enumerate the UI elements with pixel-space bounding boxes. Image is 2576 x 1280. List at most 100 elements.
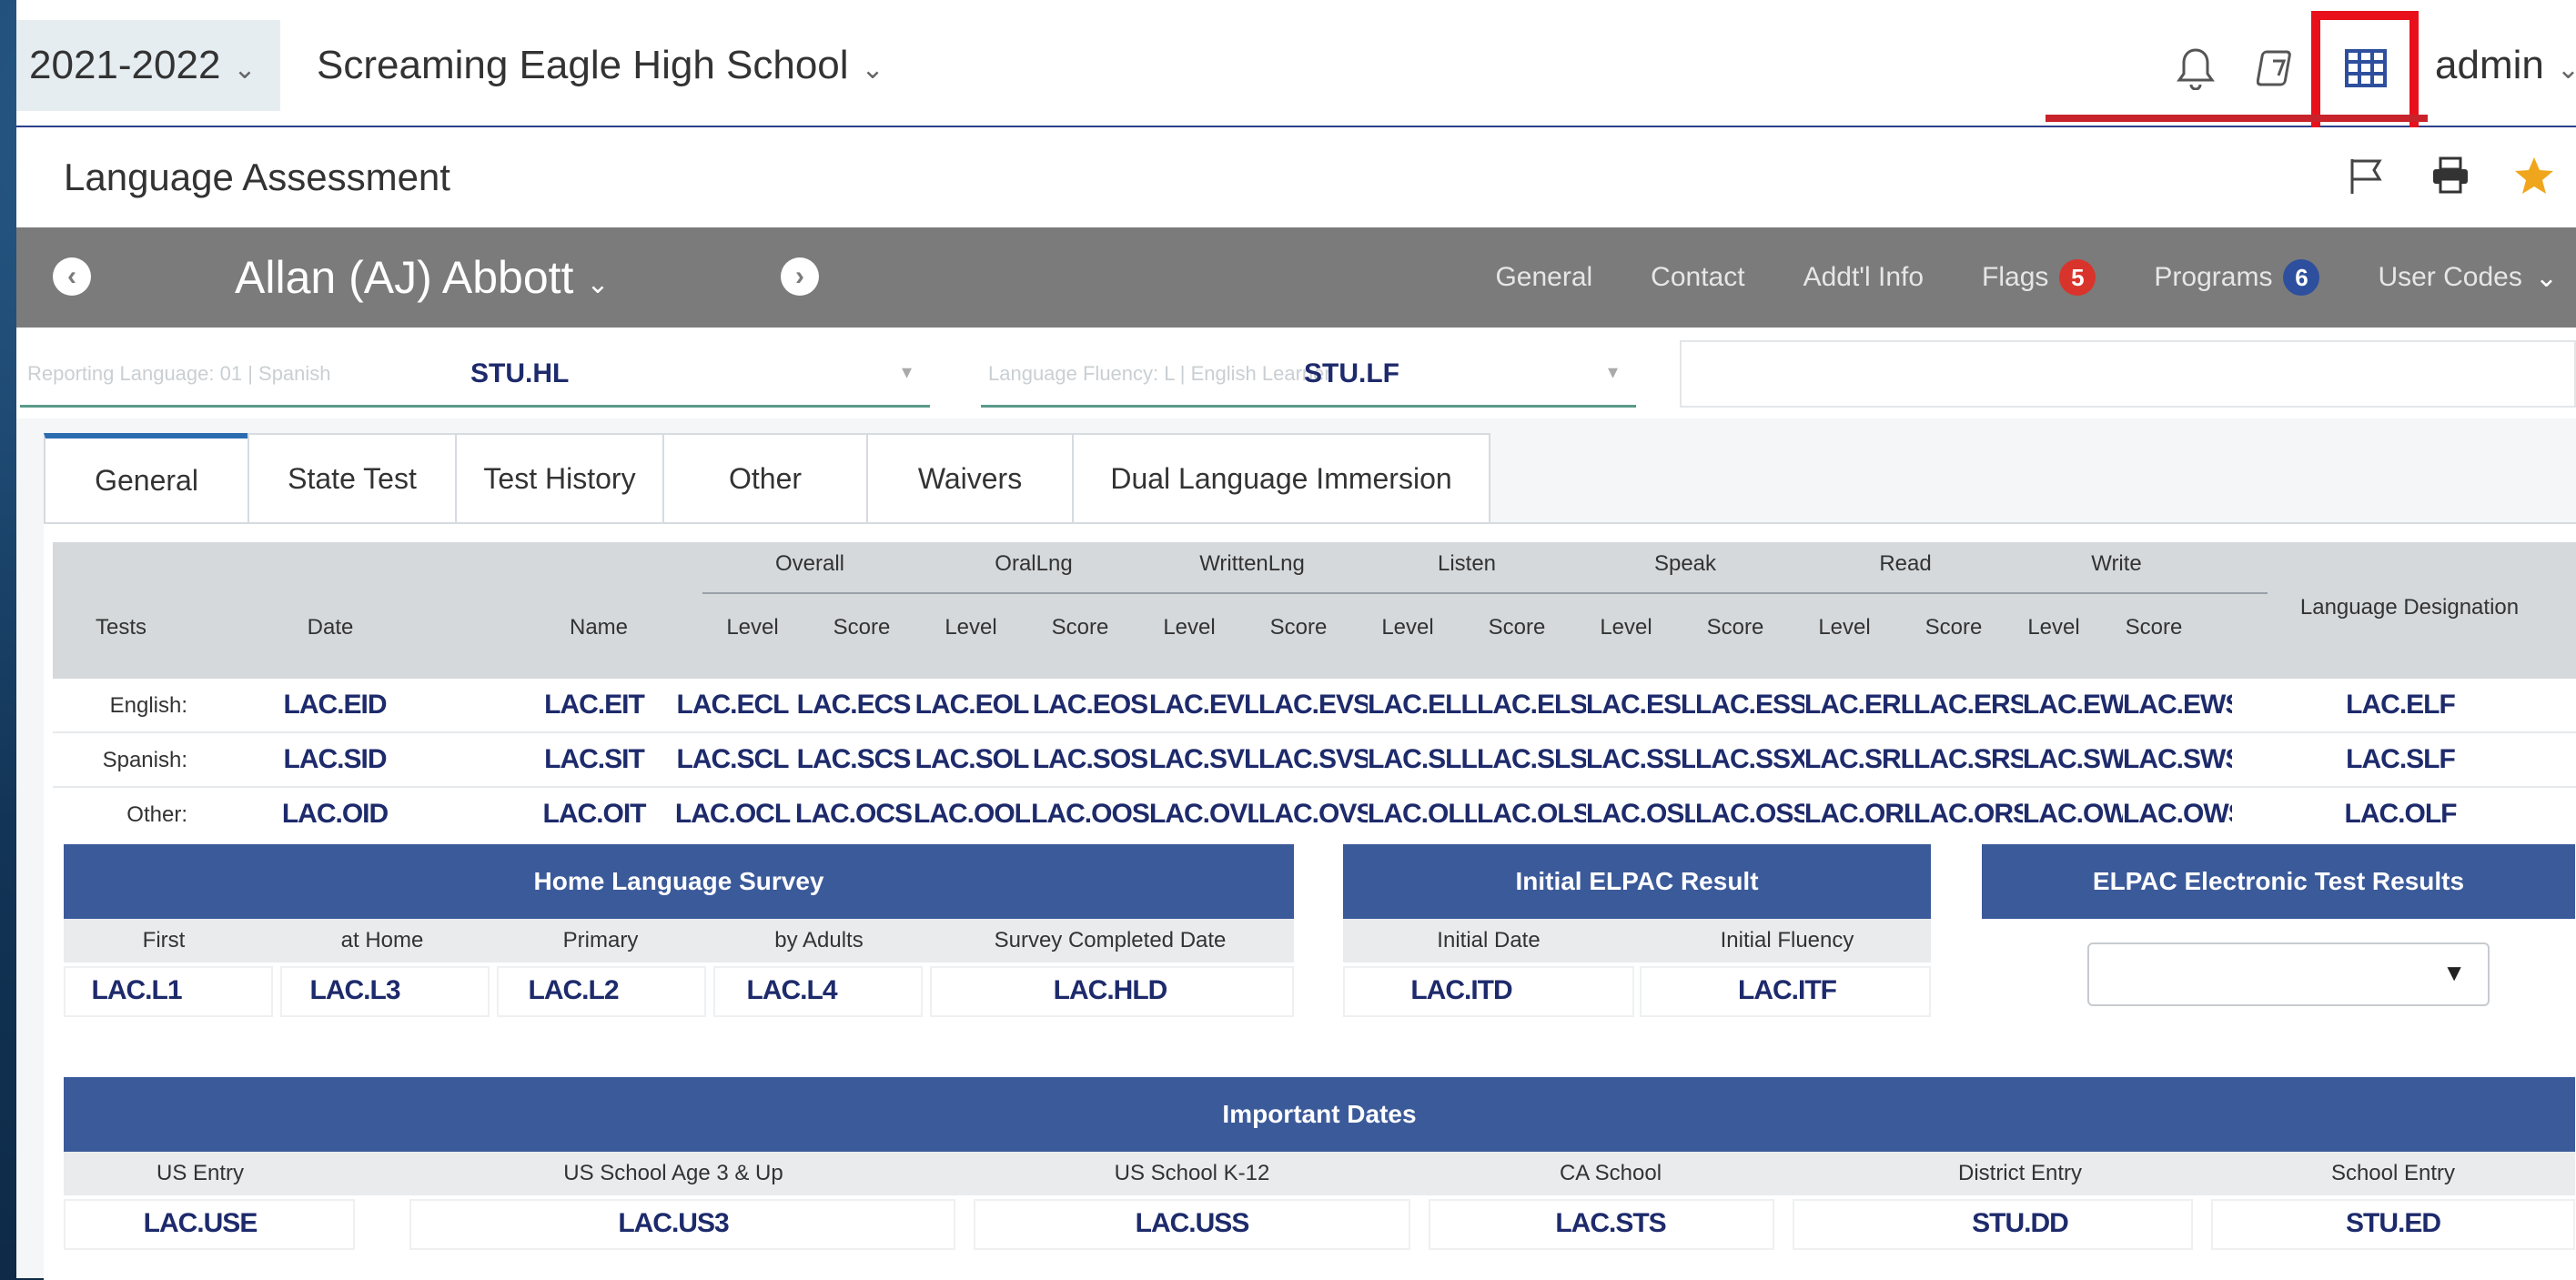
us-entry-value[interactable]: LAC.USE bbox=[64, 1208, 337, 1239]
cell-value[interactable]: LAC.ESS bbox=[1695, 690, 1804, 721]
student-tab-flags[interactable]: Flags 5 bbox=[1982, 259, 2096, 296]
initial-fluency-value[interactable]: LAC.ITF bbox=[1643, 975, 1931, 1006]
cell-value[interactable]: LAC.OSL bbox=[1586, 799, 1695, 830]
title-bar: Language Assessment bbox=[16, 127, 2576, 227]
language-fluency-select[interactable]: Language Fluency: L | English Learner ST… bbox=[981, 340, 1636, 408]
cell-value[interactable]: LAC.OLS bbox=[1477, 799, 1586, 830]
cell-value[interactable]: LAC.OWL bbox=[2023, 799, 2123, 830]
cell-value[interactable]: LAC.OCL bbox=[673, 799, 792, 830]
cell-value[interactable]: LAC.ECL bbox=[673, 690, 792, 721]
cell-value[interactable]: LAC.EOL bbox=[913, 690, 1031, 721]
tab-dual-language-immersion[interactable]: Dual Language Immersion bbox=[1072, 433, 1490, 522]
student-tab-general[interactable]: General bbox=[1495, 262, 1592, 293]
cell-value[interactable]: LAC.OVS bbox=[1258, 799, 1368, 830]
tab-other[interactable]: Other bbox=[662, 433, 868, 522]
cell-value[interactable]: LAC.ECS bbox=[794, 690, 913, 721]
cell-value[interactable]: LAC.SLS bbox=[1477, 744, 1586, 775]
cell-value[interactable]: LAC.ELS bbox=[1477, 690, 1586, 721]
cell-value[interactable]: LAC.ERL bbox=[1804, 690, 1914, 721]
next-student-icon[interactable]: › bbox=[781, 257, 819, 296]
home-lang-primary-value[interactable]: LAC.L2 bbox=[482, 975, 664, 1006]
cell-value[interactable]: LAC.EIT bbox=[517, 690, 672, 721]
home-lang-first-value[interactable]: LAC.L1 bbox=[64, 975, 209, 1006]
cell-value[interactable]: LAC.ORL bbox=[1804, 799, 1914, 830]
cell-value[interactable]: LAC.SVL bbox=[1149, 744, 1258, 775]
cell-value[interactable]: LAC.SLL bbox=[1368, 744, 1477, 775]
cell-value[interactable]: LAC.ERS bbox=[1914, 690, 2023, 721]
cell-value[interactable]: LAC.OSS bbox=[1695, 799, 1804, 830]
us-school-k12-value[interactable]: LAC.USS bbox=[974, 1208, 1410, 1239]
cell-value[interactable]: LAC.SIT bbox=[517, 744, 672, 775]
elpac-electronic-test-results: ELPAC Electronic Test Results bbox=[1982, 844, 2575, 919]
home-lang-at-home-value[interactable]: LAC.L3 bbox=[264, 975, 446, 1006]
cell-value[interactable]: LAC.EVS bbox=[1258, 690, 1368, 721]
cell-value[interactable]: LAC.SLF bbox=[2309, 744, 2491, 775]
column-header: Level bbox=[945, 615, 997, 640]
student-tab-programs[interactable]: Programs 6 bbox=[2154, 259, 2320, 296]
previous-student-icon[interactable]: ‹ bbox=[53, 257, 91, 296]
flag-icon[interactable] bbox=[2325, 156, 2409, 200]
survey-completed-date-value[interactable]: LAC.HLD bbox=[946, 975, 1274, 1006]
cell-value[interactable]: LAC.EWL bbox=[2023, 690, 2123, 721]
cell-value[interactable]: LAC.OLL bbox=[1368, 799, 1477, 830]
cell-value[interactable]: LAC.OVL bbox=[1149, 799, 1258, 830]
district-entry-value[interactable]: STU.DD bbox=[1793, 1208, 2248, 1239]
cell-value[interactable]: LAC.SWS bbox=[2123, 744, 2232, 775]
cell-value[interactable]: LAC.SCS bbox=[794, 744, 913, 775]
column-header: Survey Completed Date bbox=[994, 928, 1227, 952]
cell-value[interactable]: LAC.SVS bbox=[1258, 744, 1368, 775]
school-entry-value[interactable]: STU.ED bbox=[2202, 1208, 2576, 1239]
section-values: LAC.USE LAC.US3 LAC.USS LAC.STS STU.DD S… bbox=[64, 1195, 2575, 1254]
school-selector[interactable]: Screaming Eagle High School ⌄ bbox=[317, 20, 884, 111]
cell-value[interactable]: LAC.EVL bbox=[1149, 690, 1258, 721]
cell-value[interactable]: LAC.SOL bbox=[913, 744, 1031, 775]
language-fluency-faded: Language Fluency: L | English Learner bbox=[988, 362, 1331, 385]
star-icon[interactable] bbox=[2492, 156, 2576, 200]
reporting-language-select[interactable]: Reporting Language: 01 | Spanish STU.HL … bbox=[20, 340, 930, 408]
cell-value[interactable]: LAC.SOS bbox=[1031, 744, 1149, 775]
student-tab-addtl-info[interactable]: Addt'l Info bbox=[1803, 262, 1924, 293]
user-menu[interactable]: admin ⌄ bbox=[2435, 20, 2576, 111]
student-selector[interactable]: Allan (AJ) Abbott ⌄ bbox=[235, 227, 610, 335]
elpac-results-select[interactable]: ▼ bbox=[2087, 942, 2490, 1006]
cell-value[interactable]: LAC.SSX bbox=[1695, 744, 1804, 775]
year-selector[interactable]: 2021-2022 ⌄ bbox=[16, 20, 280, 111]
cell-value[interactable]: LAC.SID bbox=[235, 744, 435, 775]
cell-value[interactable]: LAC.ESL bbox=[1586, 690, 1695, 721]
cell-value[interactable]: LAC.SRS bbox=[1914, 744, 2023, 775]
cell-value[interactable]: LAC.SSL bbox=[1586, 744, 1695, 775]
cell-value[interactable]: LAC.OCS bbox=[794, 799, 913, 830]
cell-value[interactable]: LAC.OWS bbox=[2123, 799, 2232, 830]
tab-test-history[interactable]: Test History bbox=[455, 433, 664, 522]
tab-waivers[interactable]: Waivers bbox=[866, 433, 1074, 522]
student-tab-contact[interactable]: Contact bbox=[1651, 262, 1744, 293]
bell-icon[interactable] bbox=[2168, 41, 2223, 96]
cell-value[interactable]: LAC.ELF bbox=[2309, 690, 2491, 721]
home-lang-by-adults-value[interactable]: LAC.L4 bbox=[701, 975, 883, 1006]
initial-date-value[interactable]: LAC.ITD bbox=[1343, 975, 1580, 1006]
notes-icon[interactable] bbox=[2250, 41, 2305, 96]
student-tab-user-codes[interactable]: User Codes ⌄ bbox=[2378, 262, 2558, 294]
tab-state-test[interactable]: State Test bbox=[247, 433, 457, 522]
table-row: Other: LAC.OID LAC.OIT LAC.OCL LAC.OCS L… bbox=[53, 788, 2576, 842]
cell-value[interactable]: LAC.SWL bbox=[2023, 744, 2123, 775]
cell-value[interactable]: LAC.OIT bbox=[517, 799, 672, 830]
cell-value[interactable]: LAC.EOS bbox=[1031, 690, 1149, 721]
cell-value[interactable]: LAC.EWS bbox=[2123, 690, 2232, 721]
cell-value[interactable]: LAC.EID bbox=[235, 690, 435, 721]
tab-general[interactable]: General bbox=[44, 433, 249, 522]
ca-school-value[interactable]: LAC.STS bbox=[1429, 1208, 1793, 1239]
cell-value[interactable]: LAC.ELL bbox=[1368, 690, 1477, 721]
column-header: Score bbox=[1924, 615, 1983, 640]
cell-value[interactable]: LAC.OID bbox=[235, 799, 435, 830]
highlight-box bbox=[2311, 11, 2419, 146]
print-icon[interactable] bbox=[2409, 156, 2492, 200]
cell-value[interactable]: LAC.SCL bbox=[673, 744, 792, 775]
cell-value[interactable]: LAC.SRL bbox=[1804, 744, 1914, 775]
cell-value[interactable]: LAC.OOS bbox=[1031, 799, 1149, 830]
cell-value[interactable]: LAC.ORS bbox=[1914, 799, 2023, 830]
cell-value[interactable]: LAC.OOL bbox=[913, 799, 1031, 830]
cell-value[interactable]: LAC.OLF bbox=[2309, 799, 2491, 830]
us-school-age-3-value[interactable]: LAC.US3 bbox=[409, 1208, 937, 1239]
column-header: Level bbox=[1600, 615, 1652, 640]
